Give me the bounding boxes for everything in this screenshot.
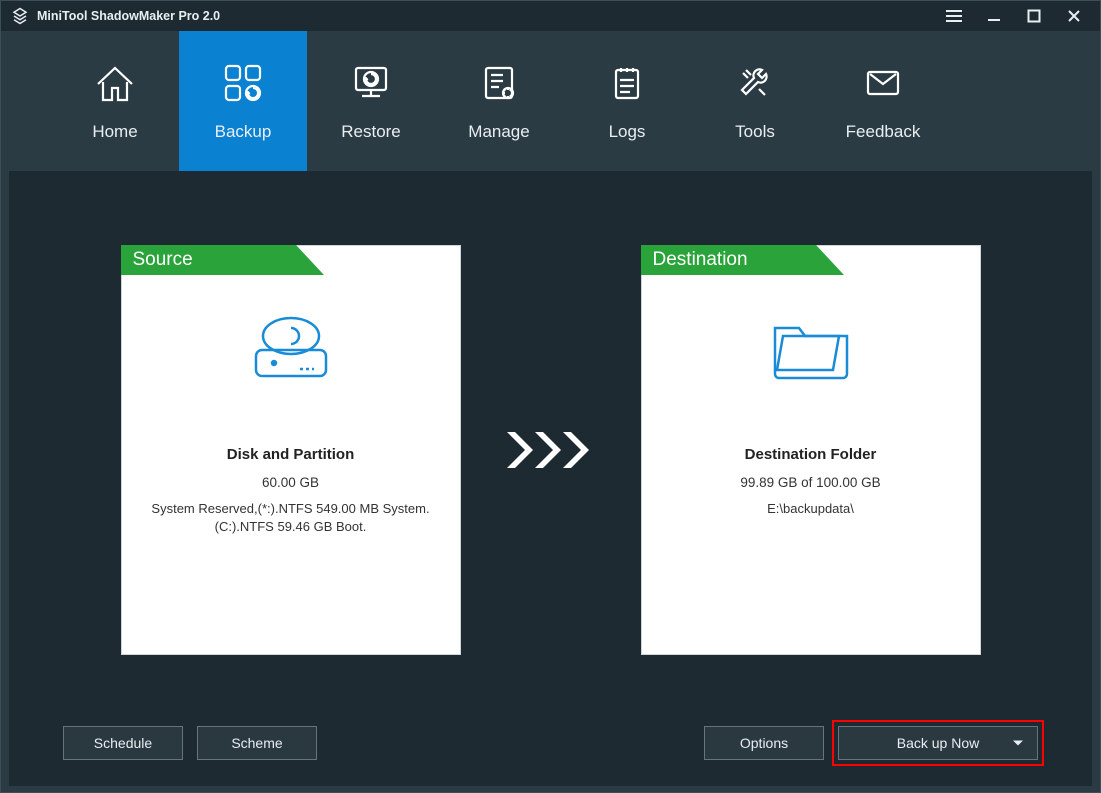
source-desc: System Reserved,(*:).NTFS 549.00 MB Syst…	[122, 500, 460, 535]
tools-icon	[732, 60, 778, 106]
arrow-icon	[501, 245, 601, 655]
app-window: MiniTool ShadowMaker Pro 2.0 Home	[0, 0, 1101, 793]
destination-path: E:\backupdata\	[642, 500, 980, 518]
scheme-button[interactable]: Scheme	[197, 726, 317, 760]
tab-label: Logs	[609, 122, 646, 142]
app-title: MiniTool ShadowMaker Pro 2.0	[37, 9, 220, 23]
tab-label: Manage	[468, 122, 529, 142]
tab-label: Restore	[341, 122, 401, 142]
restore-icon	[348, 60, 394, 106]
button-label: Schedule	[94, 735, 152, 751]
tab-manage[interactable]: Manage	[435, 31, 563, 171]
options-button[interactable]: Options	[704, 726, 824, 760]
backup-now-button[interactable]: Back up Now	[838, 726, 1038, 760]
source-panel[interactable]: Source Disk and Partition 60.00 GB Syste…	[121, 245, 461, 655]
source-title: Disk and Partition	[122, 446, 460, 463]
destination-size: 99.89 GB of 100.00 GB	[642, 475, 980, 490]
tab-tools[interactable]: Tools	[691, 31, 819, 171]
main-nav: Home Backup Restore	[1, 31, 1100, 171]
manage-icon	[476, 60, 522, 106]
tab-home[interactable]: Home	[51, 31, 179, 171]
button-label: Options	[740, 735, 788, 751]
titlebar: MiniTool ShadowMaker Pro 2.0	[1, 1, 1100, 31]
feedback-icon	[860, 60, 906, 106]
minimize-button[interactable]	[974, 2, 1014, 30]
tab-label: Feedback	[846, 122, 921, 142]
button-label: Back up Now	[897, 735, 979, 751]
tab-label: Backup	[215, 122, 272, 142]
app-logo-icon	[11, 7, 29, 25]
tab-feedback[interactable]: Feedback	[819, 31, 947, 171]
schedule-button[interactable]: Schedule	[63, 726, 183, 760]
tab-backup[interactable]: Backup	[179, 31, 307, 171]
source-ribbon: Source	[121, 245, 296, 275]
home-icon	[92, 60, 138, 106]
main-content: Source Disk and Partition 60.00 GB Syste…	[9, 171, 1092, 786]
destination-panel[interactable]: Destination Destination Folder 99.89 GB …	[641, 245, 981, 655]
menu-button[interactable]	[934, 2, 974, 30]
logs-icon	[604, 60, 650, 106]
tab-label: Home	[92, 122, 137, 142]
footer-bar: Schedule Scheme Options Back up Now	[9, 726, 1092, 760]
button-label: Scheme	[231, 735, 282, 751]
close-button[interactable]	[1054, 2, 1094, 30]
tab-label: Tools	[735, 122, 775, 142]
source-size: 60.00 GB	[122, 475, 460, 490]
tab-restore[interactable]: Restore	[307, 31, 435, 171]
destination-title: Destination Folder	[642, 446, 980, 463]
maximize-button[interactable]	[1014, 2, 1054, 30]
chevron-down-icon	[1013, 741, 1023, 746]
backup-icon	[220, 60, 266, 106]
destination-ribbon: Destination	[641, 245, 816, 275]
tab-logs[interactable]: Logs	[563, 31, 691, 171]
